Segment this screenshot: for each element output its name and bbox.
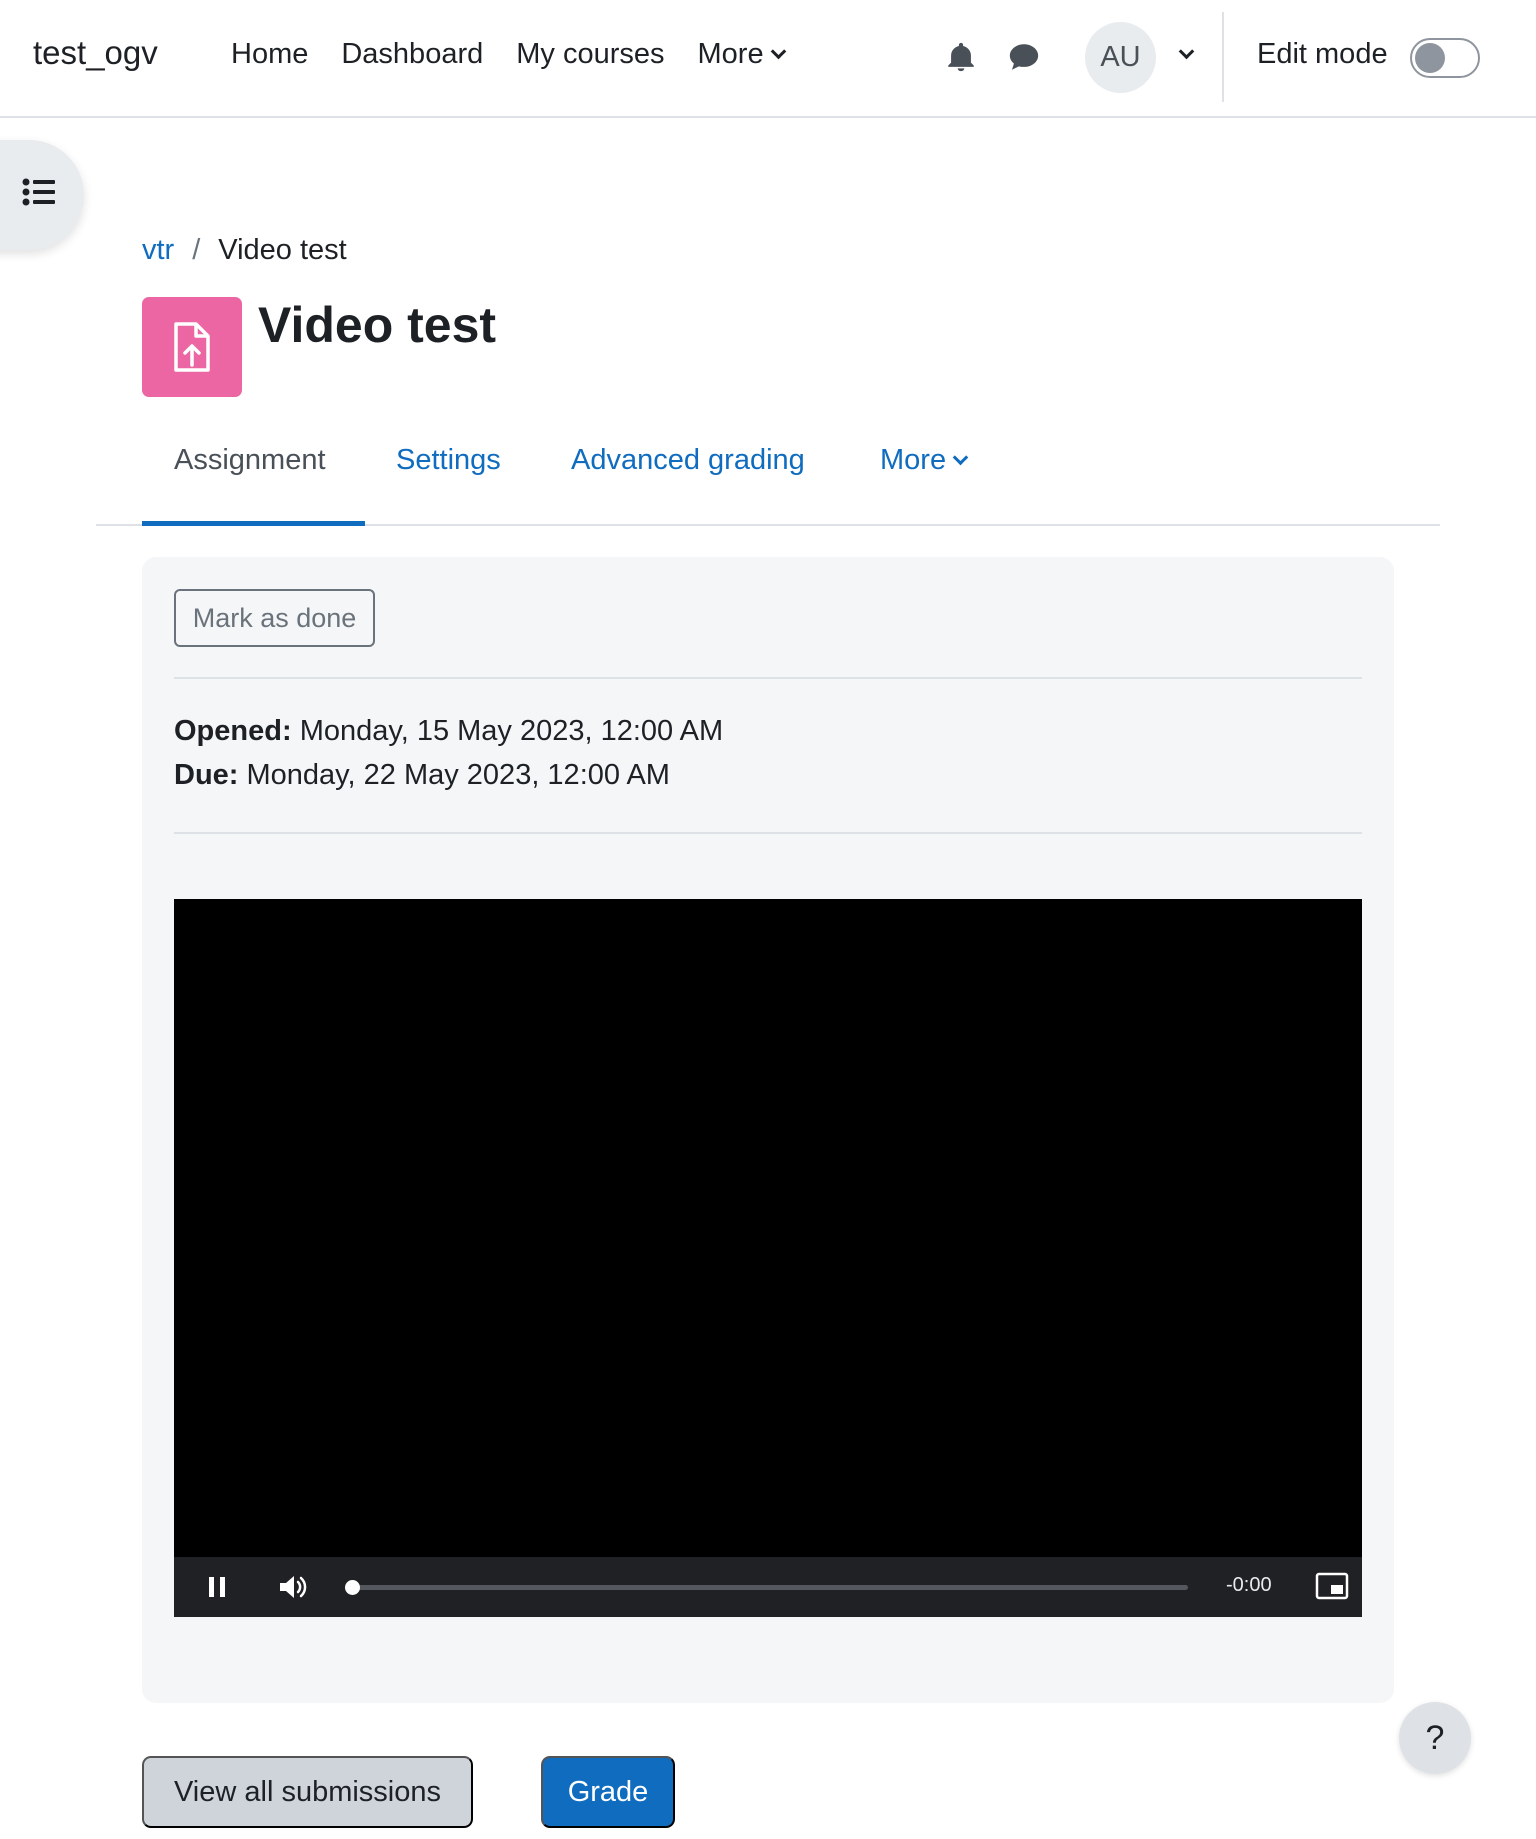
picture-in-picture-icon[interactable] [1315,1571,1349,1601]
progress-thumb[interactable] [345,1580,360,1595]
nav-my-courses[interactable]: My courses [516,38,664,71]
volume-icon[interactable] [277,1572,309,1602]
chevron-down-icon [770,43,786,60]
active-tab-indicator [142,521,365,526]
tab-advanced-grading[interactable]: Advanced grading [571,444,805,477]
toggle-knob [1415,43,1445,73]
due-date: Due: Monday, 22 May 2023, 12:00 AM [174,759,670,792]
course-index-drawer-toggle[interactable] [0,140,84,250]
site-brand[interactable]: test_ogv [33,34,158,72]
breadcrumb-parent-link[interactable]: vtr [142,234,174,267]
video-player[interactable]: -0:00 [174,899,1362,1617]
edit-mode-toggle[interactable] [1410,38,1480,78]
breadcrumb-current: Video test [218,234,347,266]
breadcrumb: vtr / Video test [142,234,347,267]
grade-button[interactable]: Grade [541,1756,675,1828]
user-menu-chevron-down-icon[interactable] [1178,43,1195,60]
page-title: Video test [258,297,497,353]
opened-label: Opened: [174,715,292,747]
chat-bubble-icon[interactable] [1007,40,1041,74]
divider [174,677,1362,679]
bell-icon[interactable] [944,40,978,74]
top-navbar: test_ogv Home Dashboard My courses More … [0,0,1536,118]
list-icon [22,178,55,206]
help-button[interactable]: ? [1399,1702,1471,1774]
assignment-activity-icon [142,297,242,397]
mark-as-done-button[interactable]: Mark as done [174,589,375,647]
breadcrumb-separator: / [192,234,201,266]
primary-navigation: Home Dashboard My courses More [231,38,786,71]
tab-assignment[interactable]: Assignment [174,444,326,477]
file-upload-icon [174,322,210,372]
video-controls: -0:00 [174,1557,1362,1617]
divider [174,832,1362,834]
nav-more-label: More [697,38,764,70]
due-label: Due: [174,759,239,791]
nav-more[interactable]: More [697,38,786,71]
user-avatar[interactable]: AU [1085,22,1156,93]
edit-mode-label: Edit mode [1257,38,1388,70]
activity-panel: Mark as done Opened: Monday, 15 May 2023… [142,557,1394,1703]
opened-date: Opened: Monday, 15 May 2023, 12:00 AM [174,715,723,748]
view-all-submissions-button[interactable]: View all submissions [142,1756,473,1828]
nav-dashboard[interactable]: Dashboard [341,38,483,71]
tab-more-label: More [880,444,947,476]
nav-home[interactable]: Home [231,38,308,71]
due-value: Monday, 22 May 2023, 12:00 AM [246,759,670,791]
tab-settings[interactable]: Settings [396,444,501,477]
pause-icon[interactable] [202,1572,232,1602]
time-remaining: -0:00 [1226,1574,1272,1596]
navbar-divider [1222,12,1224,102]
opened-value: Monday, 15 May 2023, 12:00 AM [299,715,724,747]
chevron-down-icon [952,449,969,466]
secondary-navigation: Assignment Settings Advanced grading Mor… [96,440,1440,526]
tab-more[interactable]: More [880,444,969,477]
video-progress-bar[interactable] [345,1580,1188,1595]
